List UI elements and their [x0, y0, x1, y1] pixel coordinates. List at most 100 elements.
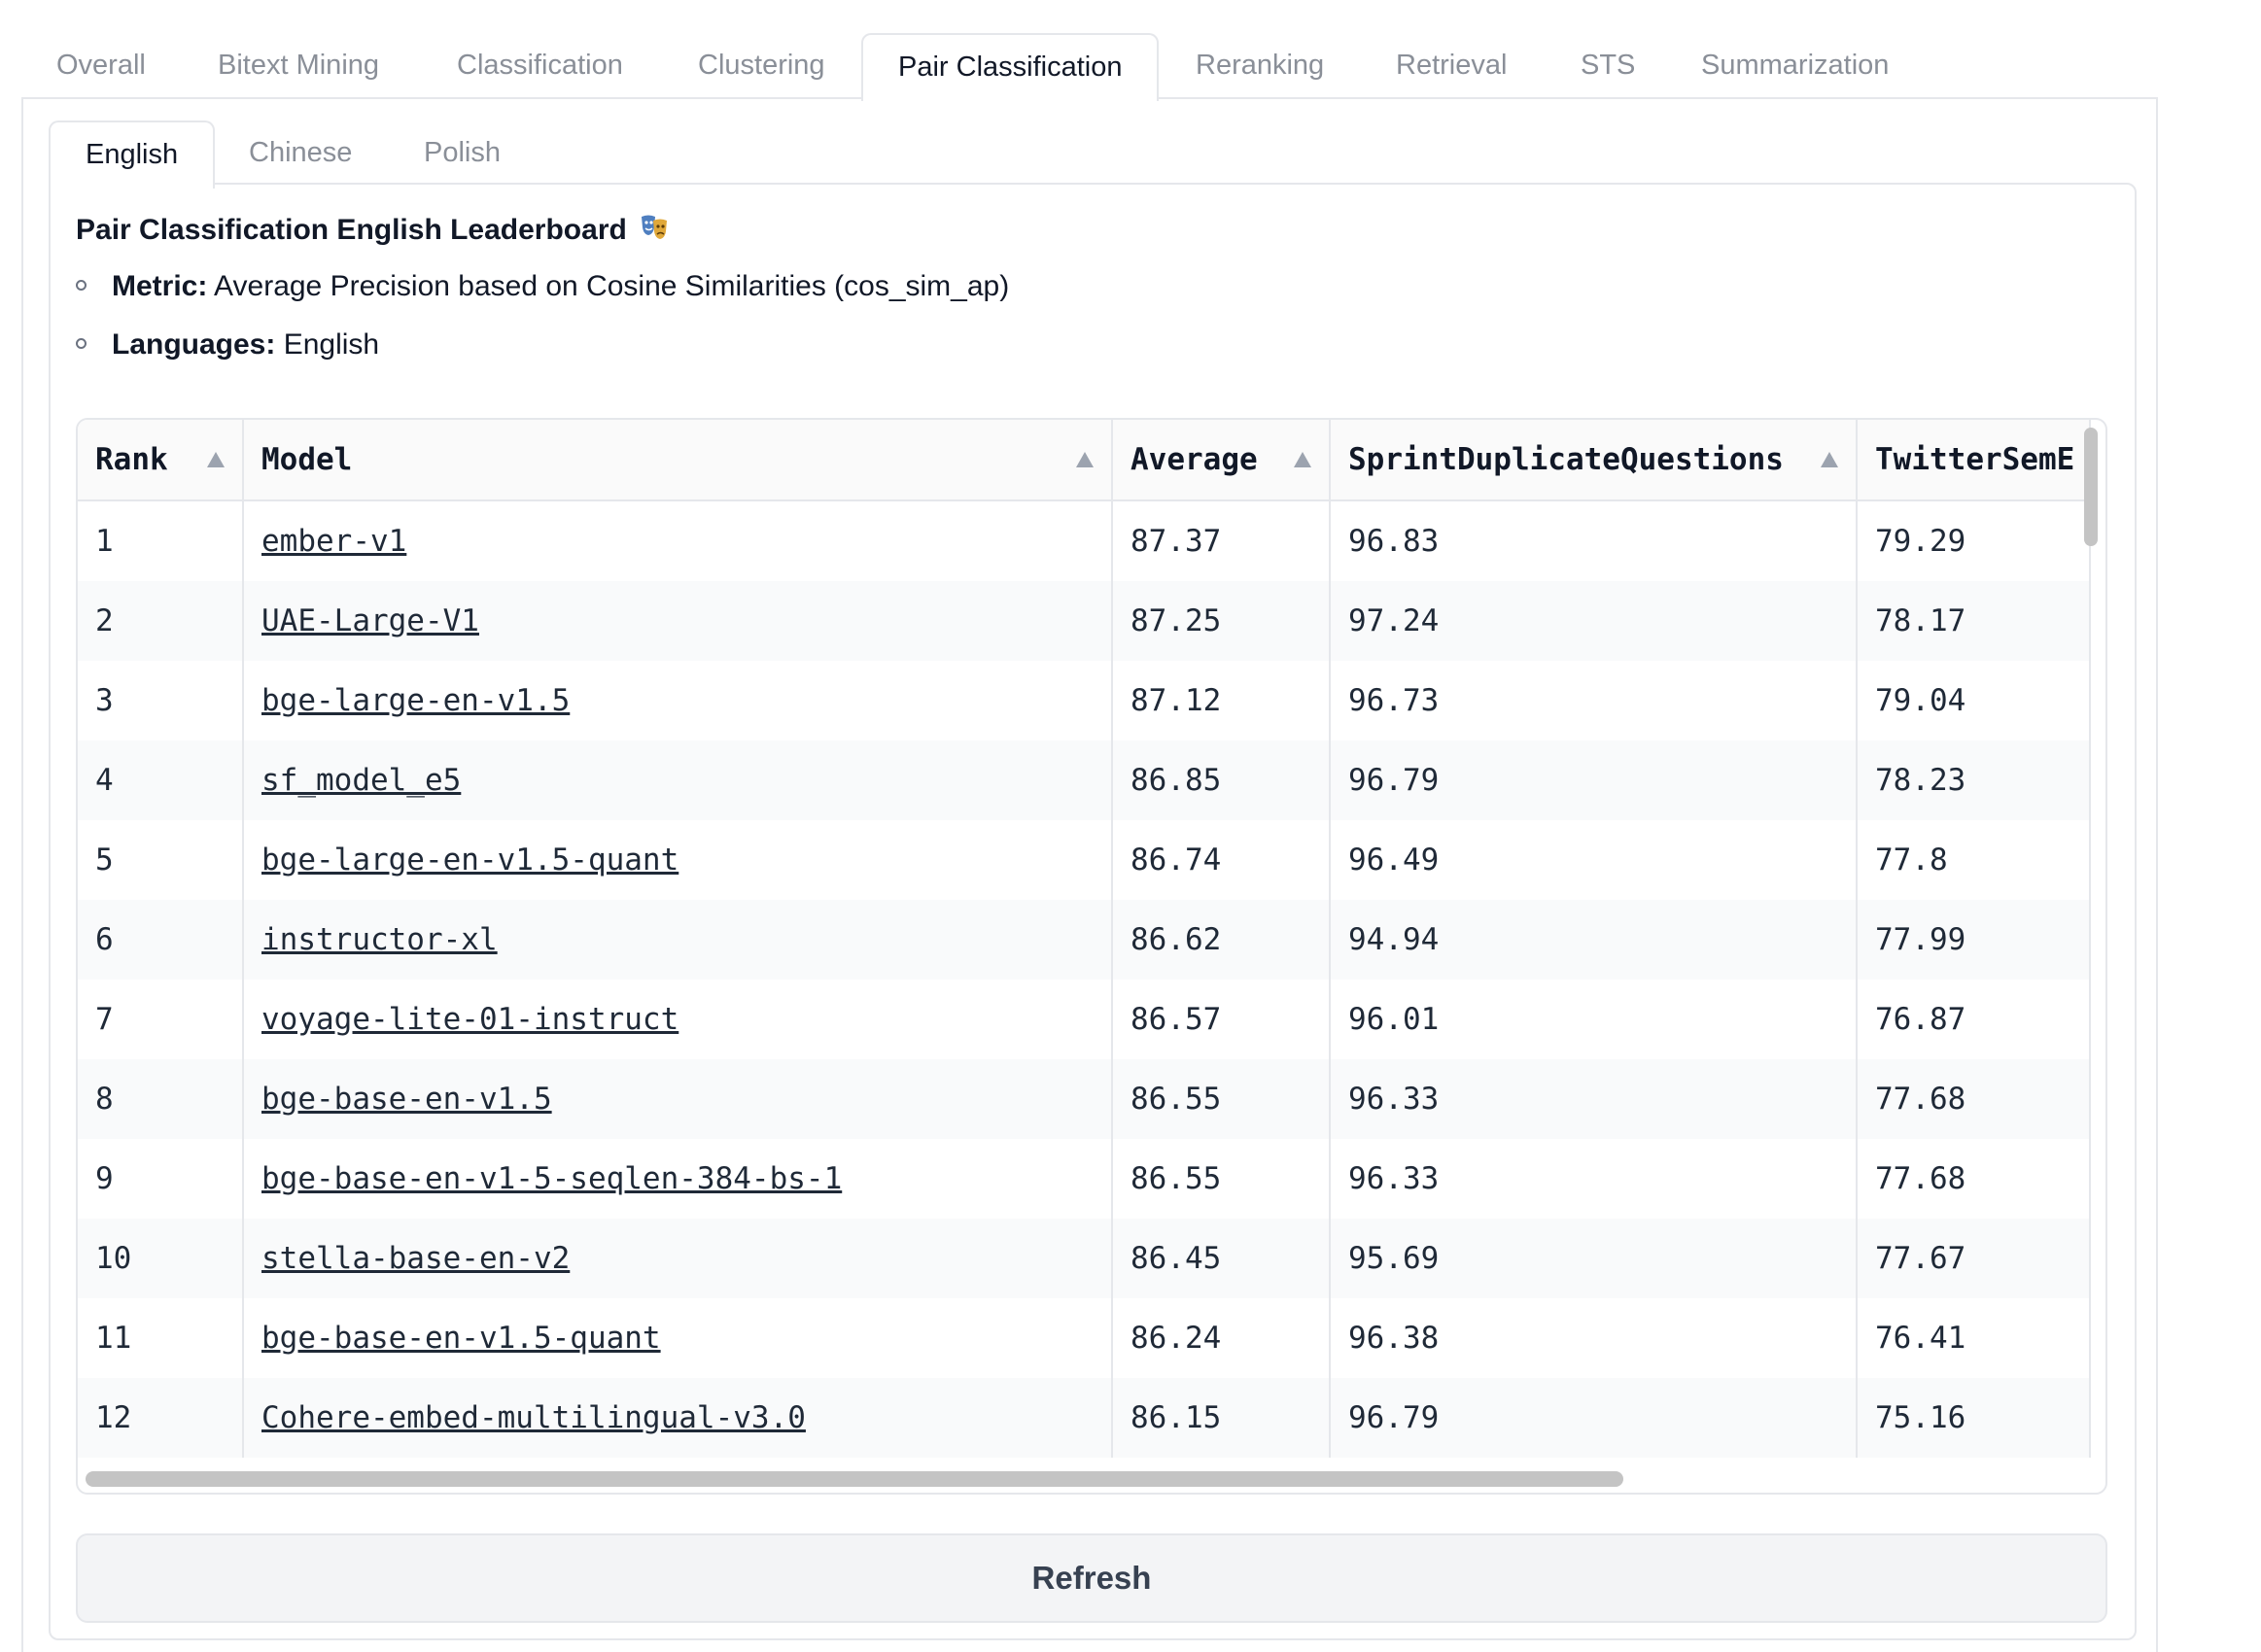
table-cell: 87.12 — [1112, 661, 1331, 740]
table-cell: 2 — [78, 581, 244, 661]
table-cell: 6 — [78, 900, 244, 980]
sort-arrow-icon[interactable] — [1294, 452, 1311, 467]
table-row: 8 bge-base-en-v1.5 86.55 96.33 77.68 — [78, 1059, 2091, 1139]
table-cell: 77.68 — [1857, 1059, 2091, 1139]
table-row: 2 UAE-Large-V1 87.25 97.24 78.17 — [78, 581, 2091, 661]
tab-retrieval[interactable]: Retrieval — [1396, 33, 1507, 97]
bullet-icon — [76, 338, 87, 349]
column-header-model[interactable]: Model — [243, 420, 1113, 501]
refresh-button[interactable]: Refresh — [76, 1533, 2107, 1623]
model-link[interactable]: bge-base-en-v1.5-quant — [261, 1321, 661, 1356]
model-link[interactable]: bge-base-en-v1-5-seqlen-384-bs-1 — [261, 1161, 842, 1196]
table-cell: 94.94 — [1330, 900, 1858, 980]
table-cell: bge-base-en-v1.5-quant — [243, 1298, 1113, 1378]
metric-line: Metric: Average Precision based on Cosin… — [76, 270, 1009, 303]
table-cell: 96.83 — [1330, 500, 1858, 581]
bullet-icon — [76, 280, 87, 291]
table-cell: voyage-lite-01-instruct — [243, 980, 1113, 1059]
table-cell: bge-base-en-v1-5-seqlen-384-bs-1 — [243, 1139, 1113, 1219]
table-cell: 87.25 — [1112, 581, 1331, 661]
tab-english[interactable]: English — [49, 120, 216, 189]
model-link[interactable]: bge-base-en-v1.5 — [261, 1082, 552, 1117]
model-link[interactable]: sf_model_e5 — [261, 763, 461, 798]
tab-sts[interactable]: STS — [1581, 33, 1635, 97]
table-cell: 10 — [78, 1219, 244, 1298]
table-cell: 96.33 — [1330, 1139, 1858, 1219]
leaderboard-table: Rank Model Average SprintDuplicateQuesti… — [78, 420, 2091, 1458]
table-cell: 3 — [78, 661, 244, 740]
table-cell: 11 — [78, 1298, 244, 1378]
table-cell: bge-large-en-v1.5 — [243, 661, 1113, 740]
model-link[interactable]: ember-v1 — [261, 524, 406, 559]
table-cell: instructor-xl — [243, 900, 1113, 980]
model-link[interactable]: UAE-Large-V1 — [261, 603, 479, 638]
column-header-twittersemeval[interactable]: TwitterSemE — [1857, 420, 2091, 501]
table-cell: 9 — [78, 1139, 244, 1219]
table-row: 3 bge-large-en-v1.5 87.12 96.73 79.04 — [78, 661, 2091, 740]
table-header-row: Rank Model Average SprintDuplicateQuesti… — [78, 420, 2091, 501]
model-link[interactable]: stella-base-en-v2 — [261, 1241, 570, 1276]
model-link[interactable]: voyage-lite-01-instruct — [261, 1002, 678, 1037]
tab-polish[interactable]: Polish — [424, 120, 501, 185]
table-cell: 75.16 — [1857, 1378, 2091, 1458]
table-cell: 78.17 — [1857, 581, 2091, 661]
table-cell: 96.73 — [1330, 661, 1858, 740]
model-link[interactable]: Cohere-embed-multilingual-v3.0 — [261, 1400, 806, 1435]
table-cell: 7 — [78, 980, 244, 1059]
column-header-average[interactable]: Average — [1112, 420, 1331, 501]
vertical-scrollbar[interactable] — [2084, 428, 2098, 546]
sort-arrow-icon[interactable] — [1076, 452, 1094, 467]
tab-overall[interactable]: Overall — [56, 33, 146, 97]
metric-label: Metric: — [112, 270, 208, 302]
model-link[interactable]: instructor-xl — [261, 922, 498, 957]
table-cell: 77.67 — [1857, 1219, 2091, 1298]
column-header-label: TwitterSemE — [1875, 442, 2075, 477]
tab-reranking[interactable]: Reranking — [1196, 33, 1324, 97]
horizontal-scrollbar[interactable] — [86, 1471, 1623, 1487]
table-row: 1 ember-v1 87.37 96.83 79.29 — [78, 500, 2091, 581]
table-cell: 77.8 — [1857, 820, 2091, 900]
table-cell: 86.55 — [1112, 1059, 1331, 1139]
sort-arrow-icon[interactable] — [1821, 452, 1838, 467]
table-cell: 96.79 — [1330, 740, 1858, 820]
tab-pair-classification[interactable]: Pair Classification — [861, 33, 1160, 101]
table-cell: ember-v1 — [243, 500, 1113, 581]
table-cell: 86.85 — [1112, 740, 1331, 820]
table-cell: sf_model_e5 — [243, 740, 1113, 820]
table-cell: 96.38 — [1330, 1298, 1858, 1378]
table-cell: 79.04 — [1857, 661, 2091, 740]
languages-line: Languages: English — [76, 328, 379, 361]
table-cell: 4 — [78, 740, 244, 820]
column-header-rank[interactable]: Rank — [78, 420, 244, 501]
theater-masks-icon — [642, 215, 668, 239]
table-cell: 77.99 — [1857, 900, 2091, 980]
table-cell: 1 — [78, 500, 244, 581]
table-row: 9 bge-base-en-v1-5-seqlen-384-bs-1 86.55 96… — [78, 1139, 2091, 1219]
column-header-sprintduplicatequestions[interactable]: SprintDuplicateQuestions — [1330, 420, 1858, 501]
table-cell: Cohere-embed-multilingual-v3.0 — [243, 1378, 1113, 1458]
table-cell: 78.23 — [1857, 740, 2091, 820]
leaderboard-title-text: Pair Classification English Leaderboard — [76, 214, 627, 246]
table-row: 7 voyage-lite-01-instruct 86.57 96.01 76.87 — [78, 980, 2091, 1059]
table-cell: bge-large-en-v1.5-quant — [243, 820, 1113, 900]
model-link[interactable]: bge-large-en-v1.5-quant — [261, 843, 678, 878]
leaderboard-table-container[interactable]: Rank Model Average SprintDuplicateQuesti… — [76, 418, 2107, 1495]
table-cell: 12 — [78, 1378, 244, 1458]
tab-summarization[interactable]: Summarization — [1701, 33, 1889, 97]
table-cell: 86.55 — [1112, 1139, 1331, 1219]
table-cell: 86.45 — [1112, 1219, 1331, 1298]
table-cell: 5 — [78, 820, 244, 900]
leaderboard-title: Pair Classification English Leaderboard — [76, 212, 670, 247]
column-header-label: Rank — [95, 442, 168, 477]
tab-bitext-mining[interactable]: Bitext Mining — [218, 33, 379, 97]
table-row: 6 instructor-xl 86.62 94.94 77.99 — [78, 900, 2091, 980]
table-cell: 79.29 — [1857, 500, 2091, 581]
tab-chinese[interactable]: Chinese — [249, 120, 352, 185]
model-link[interactable]: bge-large-en-v1.5 — [261, 683, 570, 718]
tab-clustering[interactable]: Clustering — [698, 33, 825, 97]
tab-classification[interactable]: Classification — [457, 33, 623, 97]
table-cell: 96.79 — [1330, 1378, 1858, 1458]
sort-arrow-icon[interactable] — [207, 452, 225, 467]
table-cell: 86.74 — [1112, 820, 1331, 900]
column-header-label: Model — [261, 442, 353, 477]
